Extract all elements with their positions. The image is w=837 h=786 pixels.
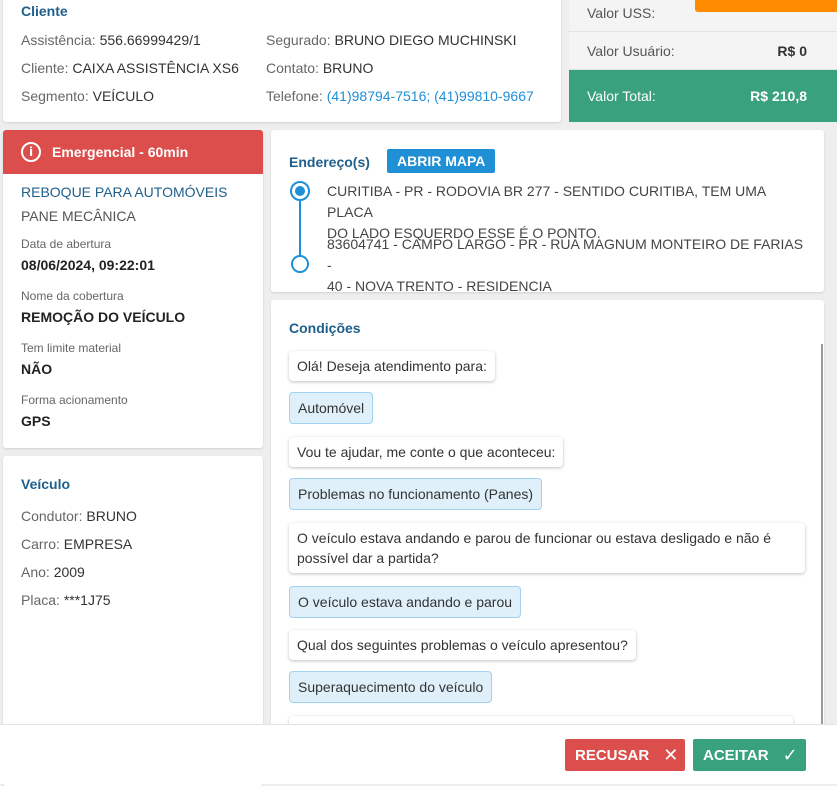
check-icon: ✓	[782, 744, 798, 766]
placa-row: Placa: ***1J75	[21, 592, 111, 608]
conditions-title: Condições	[289, 320, 361, 336]
valor-total-label: Valor Total:	[587, 88, 656, 104]
segmento-row: Segmento: VEÍCULO	[21, 88, 154, 104]
protocol-tag: 556.66999429/1	[695, 0, 837, 12]
close-icon: ✕	[663, 744, 679, 766]
assistencia-row: Assistência: 556.66999429/1	[21, 32, 201, 48]
destination-address-line1: 83604741 - CAMPO LARGO - PR - RUA MAGNUM…	[327, 236, 804, 273]
ano-label: Ano:	[21, 564, 50, 580]
refuse-label: RECUSAR	[575, 746, 650, 764]
ano-value: 2009	[53, 564, 85, 580]
valor-total-row: Valor Total: R$ 210,8	[569, 70, 837, 122]
segurado-row: Segurado: BRUNO DIEGO MUCHINSKI	[266, 32, 517, 48]
placa-label: Placa:	[21, 592, 60, 608]
values-panel: Valor USS: 556.66999429/1 Valor Usuário:…	[569, 0, 837, 122]
client-card: Cliente Assistência: 556.66999429/1 Clie…	[3, 0, 561, 122]
route-connector	[299, 201, 301, 256]
ano-row: Ano: 2009	[21, 564, 85, 580]
telefone-link[interactable]: (41)98794-7516; (41)99810-9667	[327, 88, 534, 104]
cliente-row: Cliente: CAIXA ASSISTÊNCIA XS6	[21, 60, 239, 76]
service-subtype: PANE MECÂNICA	[21, 208, 136, 224]
chat-question-line2: possível dar a partida?	[297, 550, 439, 566]
conditions-card[interactable]: Condições Olá! Deseja atendimento para: …	[271, 300, 824, 730]
abertura-value: 08/06/2024, 09:22:01	[21, 257, 155, 273]
condutor-value: BRUNO	[86, 508, 137, 524]
segurado-value: BRUNO DIEGO MUCHINSKI	[334, 32, 517, 48]
valor-usuario-value: R$ 0	[777, 42, 807, 59]
segurado-label: Segurado:	[266, 32, 331, 48]
chat-question: O veículo estava andando e parou de func…	[289, 523, 805, 573]
limite-label: Tem limite material	[21, 341, 122, 355]
valor-total-value: R$ 210,8	[750, 88, 807, 104]
segmento-label: Segmento:	[21, 88, 89, 104]
action-footer: RECUSAR ✕ ACEITAR ✓	[0, 724, 837, 784]
chat-answer: Superaquecimento do veículo	[289, 671, 493, 703]
chat-answer: Automóvel	[289, 392, 374, 424]
service-card: i Emergencial - 60min REBOQUE PARA AUTOM…	[3, 130, 263, 448]
refuse-button[interactable]: RECUSAR ✕	[565, 739, 685, 771]
contato-row: Contato: BRUNO	[266, 60, 373, 76]
cliente-value: CAIXA ASSISTÊNCIA XS6	[72, 60, 239, 76]
chat-question-line1: O veículo estava andando e parou de func…	[297, 530, 772, 546]
accept-label: ACEITAR	[703, 746, 769, 764]
emergency-banner: i Emergencial - 60min	[3, 130, 263, 174]
client-title: Cliente	[21, 3, 68, 19]
chat-question: Olá! Deseja atendimento para:	[289, 351, 495, 381]
acionamento-value: GPS	[21, 413, 51, 429]
assistencia-value: 556.66999429/1	[99, 32, 201, 48]
chat-answer: O veículo estava andando e parou	[289, 586, 522, 618]
assistencia-label: Assistência:	[21, 32, 96, 48]
telefone-label: Telefone:	[266, 88, 323, 104]
segmento-value: VEÍCULO	[92, 88, 155, 104]
carro-row: Carro: EMPRESA	[21, 536, 132, 552]
valor-uss-label: Valor USS:	[587, 4, 656, 21]
destination-address: 83604741 - CAMPO LARGO - PR - RUA MAGNUM…	[327, 234, 809, 292]
contato-value: BRUNO	[322, 60, 374, 76]
valor-usuario-label: Valor Usuário:	[587, 42, 675, 59]
scrollbar[interactable]	[821, 344, 823, 730]
chat-question: Qual dos seguintes problemas o veículo a…	[289, 630, 636, 660]
info-icon: i	[21, 142, 41, 162]
cobertura-value: REMOÇÃO DO VEÍCULO	[21, 309, 186, 325]
service-name: REBOQUE PARA AUTOMÓVEIS	[21, 184, 228, 200]
address-title: Endereço(s)	[289, 154, 370, 170]
cliente-label: Cliente:	[21, 60, 69, 76]
origin-address-line1: CURITIBA - PR - RODOVIA BR 277 - SENTIDO…	[327, 183, 766, 220]
destination-marker-icon	[291, 255, 309, 273]
contato-label: Contato:	[266, 60, 319, 76]
abertura-label: Data de abertura	[21, 237, 112, 251]
acionamento-label: Forma acionamento	[21, 393, 128, 407]
telefone-row: Telefone: (41)98794-7516; (41)99810-9667	[266, 88, 534, 104]
origin-marker-icon	[290, 181, 310, 201]
address-card: Endereço(s) ABRIR MAPA CURITIBA - PR - R…	[271, 130, 824, 292]
placa-value: ***1J75	[63, 592, 111, 608]
chat-answer: Problemas no funcionamento (Panes)	[289, 478, 543, 510]
accept-button[interactable]: ACEITAR ✓	[693, 739, 806, 771]
limite-value: NÃO	[21, 361, 53, 377]
carro-label: Carro:	[21, 536, 60, 552]
chat-question: Vou te ajudar, me conte o que aconteceu:	[289, 437, 564, 467]
vehicle-title: Veículo	[21, 476, 71, 492]
cobertura-label: Nome da cobertura	[21, 289, 124, 303]
valor-usuario-row: Valor Usuário: R$ 0	[569, 32, 837, 70]
carro-value: EMPRESA	[63, 536, 133, 552]
condutor-label: Condutor:	[21, 508, 83, 524]
emergency-label: Emergencial - 60min	[52, 144, 189, 160]
open-map-button[interactable]: ABRIR MAPA	[387, 149, 496, 173]
destination-address-line2: 40 - NOVA TRENTO - RESIDENCIA	[327, 278, 552, 292]
condutor-row: Condutor: BRUNO	[21, 508, 137, 524]
